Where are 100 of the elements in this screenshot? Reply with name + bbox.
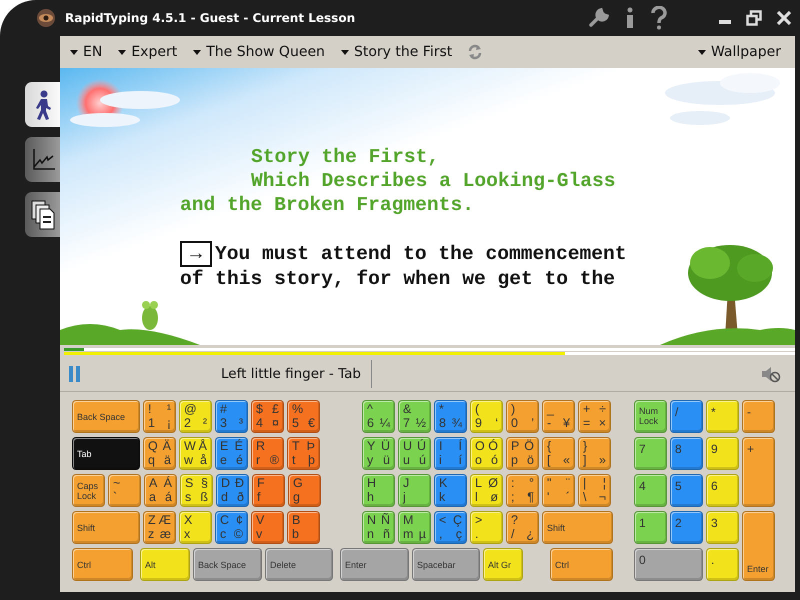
caret-icon	[698, 50, 706, 54]
close-icon[interactable]	[776, 10, 792, 26]
keyboard-key: Back Space	[193, 548, 262, 581]
keyboard-key: Enter	[340, 548, 409, 581]
keyboard-key: < Ç , ç	[434, 511, 467, 544]
dropdown-menu[interactable]: The Show Queen	[191, 42, 331, 62]
help-icon[interactable]	[650, 6, 668, 30]
keyboard-key: P Ö p ö	[506, 437, 539, 470]
keyboard-key: W Å w å	[179, 437, 212, 470]
keyboard-key: A Á a á	[144, 474, 177, 507]
keyboard-key: & 7 ½	[398, 400, 431, 433]
keyboard-key: $ £ 4 ¤	[251, 400, 284, 433]
keyboard-key: 6	[706, 474, 739, 507]
keyboard-key: Alt Gr	[483, 548, 523, 581]
keyboard-key: Caps Lock	[72, 474, 105, 507]
keyboard-key: # 3 ³	[215, 400, 248, 433]
window-title: RapidTyping 4.5.1 - Guest - Current Lesson	[65, 11, 356, 25]
keyboard-key: _ - ¥	[542, 400, 575, 433]
keyboard-key: 8	[670, 437, 703, 470]
keyboard-key: Shift	[542, 511, 613, 544]
dropdown-menu[interactable]: Expert	[116, 42, 184, 62]
keyboard-key: .	[706, 548, 739, 581]
keyboard-key: 5	[670, 474, 703, 507]
keyboard-key: % 5 €	[287, 400, 320, 433]
keyboard-key: S § s ß	[180, 474, 213, 507]
keyboard-key: * 8 ¾	[434, 400, 467, 433]
keyboard-key: 2	[670, 511, 703, 544]
keyboard-key: Alt	[140, 548, 190, 581]
keyboard-key: + ÷ = ×	[578, 400, 611, 433]
keyboard-key: 9	[706, 437, 739, 470]
caret-icon	[118, 50, 126, 54]
keyboard-key: *	[706, 400, 739, 433]
keyboard-key: -	[742, 400, 775, 433]
caret-icon	[70, 50, 78, 54]
keyboard-key: : ° ; ¶	[506, 474, 539, 507]
keyboard-key: Z Æ z æ	[143, 511, 176, 544]
keyboard-key: K k	[434, 474, 467, 507]
keyboard-key: ? / ¿	[506, 511, 539, 544]
keyboard-key: V v	[251, 511, 284, 544]
lesson-title-line: Which Describes a Looking-Glass	[251, 169, 616, 193]
documents-icon	[30, 200, 54, 230]
keyboard-key: { [ «	[542, 437, 575, 470]
lesson-title-line: Story the First,	[251, 145, 440, 169]
keyboard-key: X x	[179, 511, 212, 544]
info-icon[interactable]	[624, 7, 636, 29]
keyboard-key: D Ð d ð	[216, 474, 249, 507]
keyboard-key: Delete	[265, 548, 333, 581]
keyboard-key: Spacebar	[412, 548, 480, 581]
keyboard-key: 3	[706, 511, 739, 544]
keyboard-key: ~ `	[108, 474, 141, 507]
keyboard-key: C ¢ c ©	[215, 511, 248, 544]
keyboard-key: ( 9 ‘	[470, 400, 503, 433]
dropdown-menu[interactable]: Story the First	[338, 42, 458, 62]
keyboard-key: R r ®	[251, 437, 284, 470]
keyboard-key: Y Ü y ü	[362, 437, 395, 470]
wrench-icon[interactable]	[588, 7, 610, 29]
keyboard-key: U Ú u ú	[398, 437, 431, 470]
keyboard-key: ! ¹ 1 ¡	[143, 400, 176, 433]
keyboard-key: 1	[634, 511, 667, 544]
keyboard-key: G g	[288, 474, 321, 507]
keyboard-key: Tab	[72, 437, 140, 470]
keyboard-key: F f	[252, 474, 285, 507]
keyboard-key: " ¨ ' ´	[542, 474, 575, 507]
keyboard-key: 7	[634, 437, 667, 470]
sidebar-tab[interactable]	[25, 137, 60, 182]
keyboard-key: E É e é	[215, 437, 248, 470]
frog-drawing	[142, 301, 158, 330]
caret-icon	[193, 50, 202, 54]
finger-hint: Left little finger - Tab	[221, 366, 361, 382]
caret-icon	[340, 50, 349, 54]
sound-muted-icon[interactable]	[761, 365, 781, 383]
keyboard-key: O Ó o ó	[470, 437, 503, 470]
keyboard-key: 4	[634, 474, 667, 507]
keyboard-key: M m µ	[398, 511, 431, 544]
lesson-text-line: of this story, for when we get to the	[180, 267, 616, 291]
dropdown-menu[interactable]: EN	[68, 42, 108, 62]
sidebar-tab[interactable]	[25, 82, 60, 127]
keyboard-key: J j	[398, 474, 431, 507]
tab-cursor: →	[180, 241, 212, 267]
keyboard-key: N Ñ n ñ	[362, 511, 395, 544]
keyboard-key: ^ 6 ¼	[362, 400, 395, 433]
keyboard-key: } ] »	[578, 437, 611, 470]
keyboard-key: I Í i í	[434, 437, 467, 470]
keyboard-key: @ 2 ²	[179, 400, 212, 433]
walking-person-icon	[34, 90, 50, 120]
keyboard-key: T Þ t þ	[287, 437, 320, 470]
keyboard-key: L Ø l ø	[470, 474, 503, 507]
keyboard-key: | ¦ \ ¬	[578, 474, 611, 507]
keyboard-key: > .	[470, 511, 503, 544]
keyboard-key: ) 0 ’	[506, 400, 539, 433]
restore-icon[interactable]	[746, 10, 762, 26]
keyboard-key: Ctrl	[72, 548, 133, 581]
wallpaper-menu[interactable]: Wallpaper	[696, 42, 787, 62]
keyboard-key: /	[670, 400, 703, 433]
keyboard-key: Q Ä q ä	[143, 437, 176, 470]
keyboard-key: 0	[634, 548, 703, 581]
keyboard-key: Ctrl	[550, 548, 613, 581]
eye-logo-icon	[36, 8, 56, 28]
sidebar-tab[interactable]	[25, 192, 60, 237]
keyboard-key: Back Space	[72, 400, 140, 433]
